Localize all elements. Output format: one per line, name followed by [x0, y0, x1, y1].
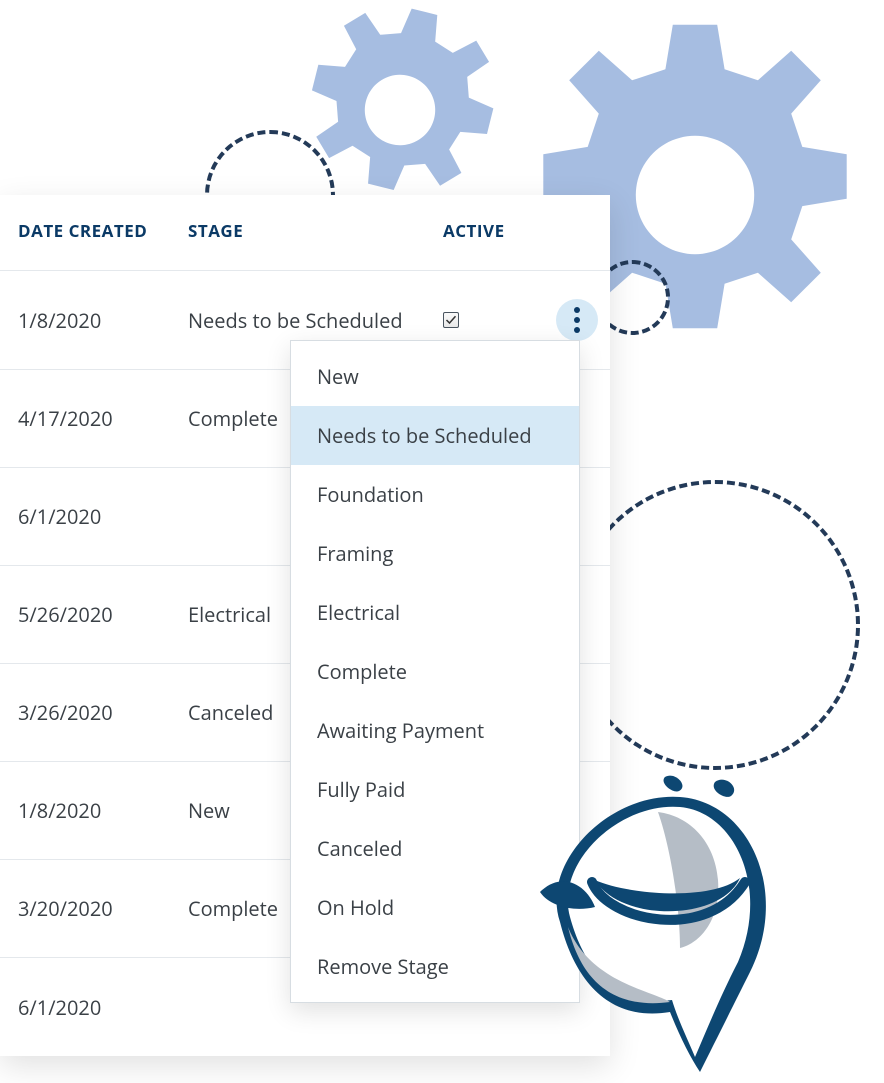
cell-date: 1/8/2020	[18, 797, 188, 824]
shark-mascot-icon	[540, 772, 800, 1082]
cell-date: 5/26/2020	[18, 601, 188, 628]
cell-date: 1/8/2020	[18, 307, 188, 334]
dropdown-item-remove-stage[interactable]: Remove Stage	[291, 937, 579, 996]
table-header-row: DATE CREATED STAGE ACTIVE	[0, 195, 610, 271]
column-header-stage[interactable]: STAGE	[188, 219, 443, 242]
column-header-active[interactable]: ACTIVE	[443, 219, 553, 242]
dropdown-item-electrical[interactable]: Electrical	[291, 583, 579, 642]
dropdown-item-needs-scheduled[interactable]: Needs to be Scheduled	[291, 406, 579, 465]
column-header-date-created[interactable]: DATE CREATED	[18, 219, 188, 242]
dropdown-item-on-hold[interactable]: On Hold	[291, 878, 579, 937]
cell-date: 3/26/2020	[18, 699, 188, 726]
cell-date: 6/1/2020	[18, 503, 188, 530]
dropdown-item-canceled[interactable]: Canceled	[291, 819, 579, 878]
dropdown-item-foundation[interactable]: Foundation	[291, 465, 579, 524]
cell-date: 6/1/2020	[18, 994, 188, 1021]
stage-dropdown-menu: New Needs to be Scheduled Foundation Fra…	[290, 340, 580, 1003]
dropdown-item-new[interactable]: New	[291, 347, 579, 406]
row-actions-button[interactable]	[556, 299, 598, 341]
dropdown-item-awaiting-payment[interactable]: Awaiting Payment	[291, 701, 579, 760]
dropdown-item-framing[interactable]: Framing	[291, 524, 579, 583]
cell-date: 4/17/2020	[18, 405, 188, 432]
decorative-dashed-circle	[570, 480, 860, 770]
active-checkbox[interactable]	[443, 312, 459, 328]
cell-stage: Needs to be Scheduled	[188, 307, 443, 334]
dropdown-item-complete[interactable]: Complete	[291, 642, 579, 701]
dropdown-item-fully-paid[interactable]: Fully Paid	[291, 760, 579, 819]
kebab-icon	[574, 307, 580, 333]
cell-date: 3/20/2020	[18, 895, 188, 922]
